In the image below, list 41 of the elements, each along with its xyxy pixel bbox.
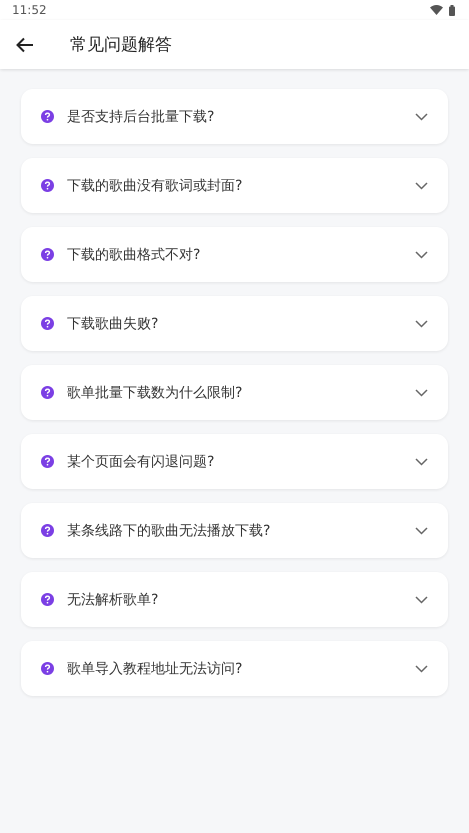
faq-item[interactable]: 下载歌曲失败? bbox=[21, 296, 448, 351]
chevron-icon bbox=[415, 112, 428, 120]
question-text: 下载的歌曲没有歌词或封面? bbox=[67, 176, 244, 194]
chevron-icon bbox=[415, 320, 428, 328]
question-text: 某个页面会有闪退问题? bbox=[67, 452, 216, 470]
faq-item[interactable]: 是否支持后台批量下载? bbox=[21, 89, 448, 144]
chevron-icon bbox=[415, 596, 428, 604]
question-text: 下载的歌曲格式不对? bbox=[67, 246, 202, 264]
question-text: 歌单导入教程地址无法访问? bbox=[67, 660, 244, 678]
chevron-icon bbox=[415, 250, 428, 258]
faq-item[interactable]: 无法解析歌单? bbox=[21, 572, 448, 627]
wifi-icon bbox=[430, 5, 443, 15]
question-text: 是否支持后台批量下载? bbox=[67, 108, 216, 126]
chevron-icon bbox=[415, 388, 428, 396]
chevron-icon bbox=[415, 664, 428, 672]
back-arrow-icon bbox=[16, 36, 34, 52]
faq-item[interactable]: 下载的歌曲格式不对? bbox=[21, 227, 448, 282]
help-icon bbox=[41, 179, 54, 192]
help-icon bbox=[41, 386, 54, 399]
chevron-icon bbox=[415, 526, 428, 534]
help-icon bbox=[41, 662, 54, 675]
help-icon bbox=[41, 248, 54, 261]
battery-icon bbox=[449, 4, 455, 16]
question-text: 下载歌曲失败? bbox=[67, 314, 160, 332]
faq-item[interactable]: 歌单批量下载数为什么限制? bbox=[21, 365, 448, 420]
faq-item[interactable]: 歌单导入教程地址无法访问? bbox=[21, 641, 448, 696]
help-icon bbox=[41, 455, 54, 468]
faq-item[interactable]: 某个页面会有闪退问题? bbox=[21, 434, 448, 489]
question-text: 无法解析歌单? bbox=[67, 590, 160, 608]
page-title: 常见问题解答 bbox=[70, 34, 172, 56]
question-text: 歌单批量下载数为什么限制? bbox=[67, 384, 244, 402]
faq-item[interactable]: 某条线路下的歌曲无法播放下载? bbox=[21, 503, 448, 558]
status-time: 11:52 bbox=[12, 3, 47, 17]
help-icon bbox=[41, 593, 54, 606]
chevron-icon bbox=[415, 458, 428, 466]
chevron-icon bbox=[415, 182, 428, 190]
help-icon bbox=[41, 110, 54, 123]
help-icon bbox=[41, 317, 54, 330]
question-text: 某条线路下的歌曲无法播放下载? bbox=[67, 522, 272, 540]
help-icon bbox=[41, 524, 54, 537]
faq-item[interactable]: 下载的歌曲没有歌词或封面? bbox=[21, 158, 448, 213]
